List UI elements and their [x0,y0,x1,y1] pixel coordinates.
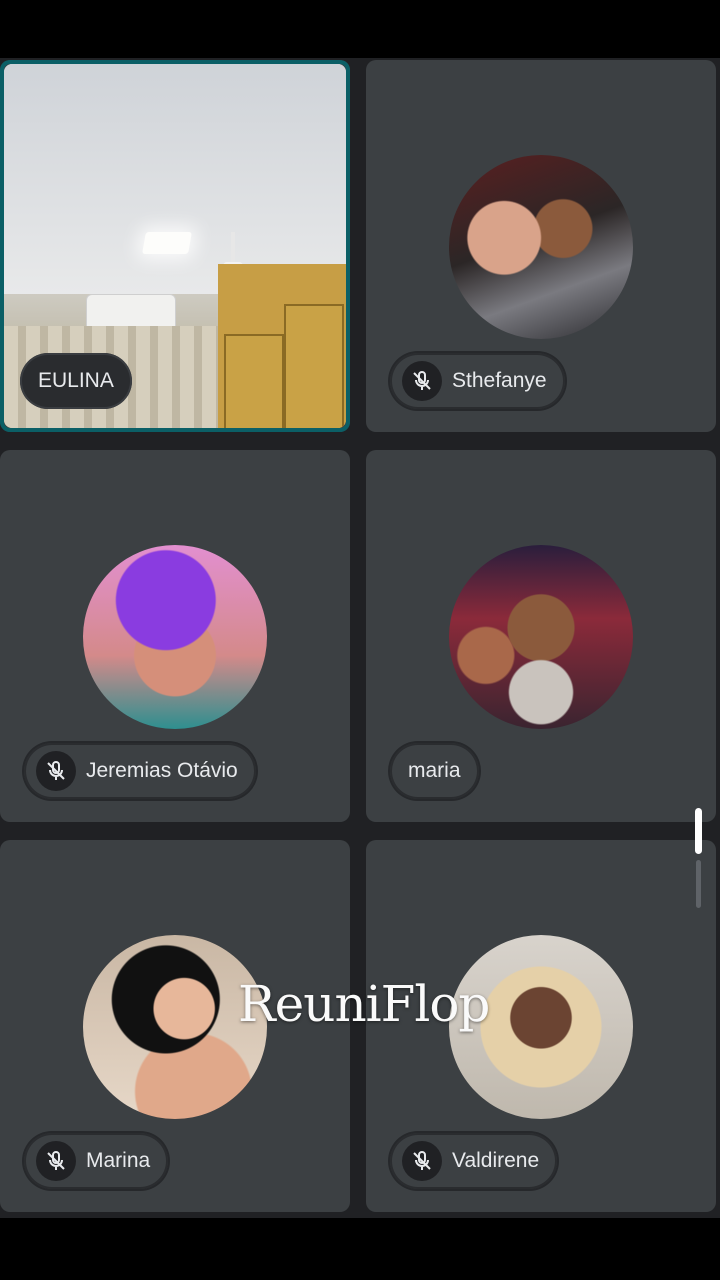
participant-avatar [83,545,267,729]
participant-name: Jeremias Otávio [86,759,238,782]
mic-off-icon [36,1141,76,1181]
participant-name-chip: Sthefanye [390,353,565,409]
participant-name-chip: Jeremias Otávio [24,743,256,799]
scrollbar-track[interactable] [696,860,701,908]
participant-name-chip: maria [390,743,479,799]
participant-avatar [449,155,633,339]
participant-name: EULINA [38,369,114,392]
scrollbar-thumb[interactable] [695,808,702,854]
mic-off-icon [36,751,76,791]
participant-tile-sthefanye[interactable]: Sthefanye [366,60,716,432]
participant-name-chip: EULINA [20,353,132,409]
video-wardrobe [218,264,346,428]
video-ceiling-light [142,232,192,254]
video-ceiling [4,64,346,294]
participant-name: Marina [86,1149,151,1172]
participant-name: maria [408,759,461,782]
participant-tile-jeremias[interactable]: Jeremias Otávio [0,450,350,822]
participant-name-chip: Valdirene [390,1133,558,1189]
mic-off-icon [402,1141,442,1181]
participant-name: Valdirene [452,1149,540,1172]
watermark-text: ReuniFlop [238,975,490,1033]
mic-off-icon [402,361,442,401]
participant-tile-eulina[interactable]: EULINA [0,60,350,432]
participant-avatar [449,545,633,729]
reuniflop-watermark-logo: ReuniFlop [238,975,498,1047]
meeting-screen: EULINA Sthefanye Jeremias Otávio maria M… [0,0,720,1280]
participant-name-chip: Marina [24,1133,169,1189]
participant-tile-maria[interactable]: maria [366,450,716,822]
participant-name: Sthefanye [452,369,547,392]
